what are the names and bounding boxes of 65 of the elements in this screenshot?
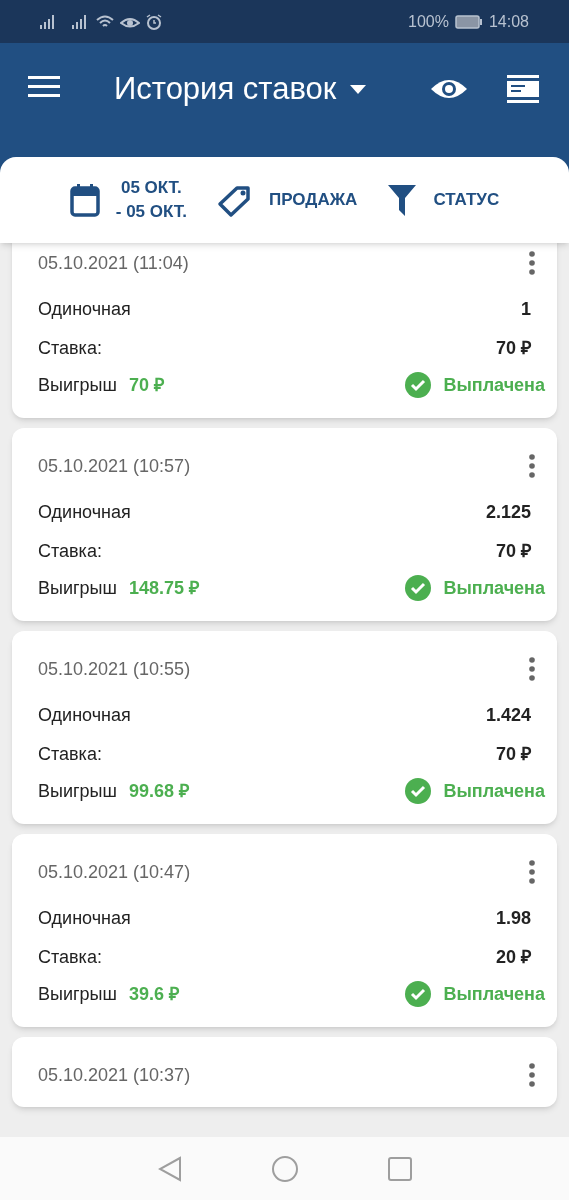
win-label: Выигрыш <box>38 577 117 600</box>
bet-card[interactable]: 05.10.2021 (10:55) Одиночная 1.424 Ставка: 70 ₽ Выигрыш 99.68 ₽ Выплачена <box>12 631 557 824</box>
status-text: Выплачена <box>443 577 545 600</box>
odds-value: 2.125 <box>485 501 531 524</box>
sale-filter[interactable]: ПРОДАЖА <box>217 182 358 218</box>
bet-type: Одиночная <box>38 907 131 930</box>
bet-date: 05.10.2021 (10:37) <box>38 1063 191 1087</box>
caret-icon <box>350 84 367 94</box>
stake-label: Ставка: <box>38 946 102 969</box>
more-options-icon[interactable] <box>529 860 535 884</box>
home-icon[interactable] <box>271 1155 298 1182</box>
check-circle-icon <box>405 981 432 1007</box>
bet-card[interactable]: 05.10.2021 (10:37) <box>12 1037 557 1107</box>
win-label: Выигрыш <box>38 374 117 397</box>
status-text: Выплачена <box>443 983 545 1006</box>
win-amount: 148.75 ₽ <box>128 577 199 600</box>
filter-icon <box>387 183 418 217</box>
more-options-icon[interactable] <box>529 454 535 478</box>
back-icon[interactable] <box>157 1155 182 1182</box>
stake-amount: 70 ₽ <box>495 540 531 563</box>
stake-label: Ставка: <box>38 337 102 360</box>
calendar-icon <box>69 183 100 217</box>
bet-date: 05.10.2021 (11:04) <box>38 251 189 275</box>
win-amount: 39.6 ₽ <box>128 983 179 1006</box>
win-amount: 70 ₽ <box>128 374 164 397</box>
recents-icon[interactable] <box>387 1156 412 1181</box>
odds-value: 1 <box>521 298 531 321</box>
battery-percent: 100% <box>408 11 449 32</box>
bet-date: 05.10.2021 (10:47) <box>38 860 191 884</box>
bet-type: Одиночная <box>38 704 131 727</box>
stake-amount: 70 ₽ <box>495 743 531 766</box>
menu-icon <box>28 76 60 98</box>
odds-value: 1.424 <box>485 704 531 727</box>
bet-card[interactable]: 05.10.2021 (10:57) Одиночная 2.125 Ставка: 70 ₽ Выигрыш 148.75 ₽ Выплачена <box>12 428 557 621</box>
bet-date: 05.10.2021 (10:55) <box>38 657 191 681</box>
win-label: Выигрыш <box>38 983 117 1006</box>
list-view-icon <box>507 75 539 103</box>
win-label: Выигрыш <box>38 780 117 803</box>
wifi-icon <box>96 14 114 29</box>
status-filter[interactable]: СТАТУС <box>387 183 500 217</box>
bet-card[interactable]: 05.10.2021 (10:47) Одиночная 1.98 Ставка: 20 ₽ Выигрыш 39.6 ₽ Выплачена <box>12 834 557 1027</box>
check-circle-icon <box>405 575 432 601</box>
date-range-filter[interactable]: 05 ОКТ. - 05 ОКТ. <box>69 176 187 224</box>
stake-amount: 70 ₽ <box>495 337 531 360</box>
alarm-icon <box>146 13 162 30</box>
stake-label: Ставка: <box>38 743 102 766</box>
odds-value: 1.98 <box>495 907 531 930</box>
more-options-icon[interactable] <box>529 251 535 275</box>
status-text: Выплачена <box>443 780 545 803</box>
battery-icon <box>454 14 483 29</box>
win-amount: 99.68 ₽ <box>128 780 189 803</box>
eye-icon <box>430 77 468 101</box>
clock-time: 14:08 <box>488 11 529 32</box>
stake-label: Ставка: <box>38 540 102 563</box>
stake-amount: 20 ₽ <box>495 946 531 969</box>
more-options-icon[interactable] <box>529 1063 535 1087</box>
check-circle-icon <box>405 372 432 398</box>
status-text: Выплачена <box>443 374 545 397</box>
title-dropdown[interactable]: История ставок <box>114 71 367 107</box>
bet-card[interactable]: 05.10.2021 (11:04) Одиночная 1 Ставка: 70 ₽ Выигрыш 70 ₽ Выплачена <box>12 243 557 418</box>
bet-type: Одиночная <box>38 501 131 524</box>
check-circle-icon <box>405 778 432 804</box>
more-options-icon[interactable] <box>529 657 535 681</box>
bet-date: 05.10.2021 (10:57) <box>38 454 191 478</box>
bet-type: Одиночная <box>38 298 131 321</box>
